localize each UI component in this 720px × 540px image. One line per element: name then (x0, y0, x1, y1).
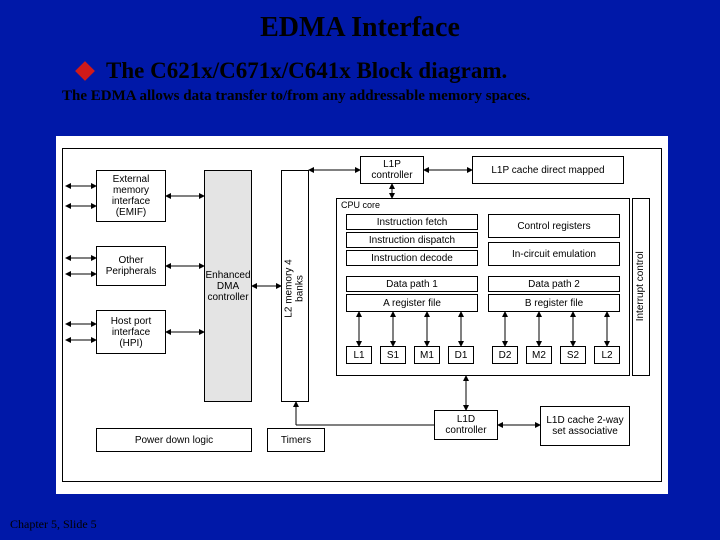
block-instruction-dispatch: Instruction dispatch (346, 232, 478, 248)
block-power-down-logic: Power down logic (96, 428, 252, 452)
block-m2-unit: M2 (526, 346, 552, 364)
block-hpi: Host port interface (HPI) (96, 310, 166, 354)
label-l2-memory: L2 memory 4 banks (285, 256, 306, 322)
block-m1-unit: M1 (414, 346, 440, 364)
block-instruction-decode: Instruction decode (346, 250, 478, 266)
block-in-circuit-emulation: In-circuit emulation (488, 242, 620, 266)
block-l1p-controller: L1P controller (360, 156, 424, 184)
block-a-register-file: A register file (346, 294, 478, 312)
block-l1-unit: L1 (346, 346, 372, 364)
label-cpu-core: CPU core (341, 201, 380, 211)
block-other-peripherals: Other Peripherals (96, 246, 166, 286)
block-l1p-cache: L1P cache direct mapped (472, 156, 624, 184)
block-d1-unit: D1 (448, 346, 474, 364)
label-interrupt-control: Interrupt control (636, 246, 647, 326)
block-timers: Timers (267, 428, 325, 452)
block-diagram: External memory interface (EMIF) Other P… (56, 136, 668, 494)
block-d2-unit: D2 (492, 346, 518, 364)
slide-title: EDMA Interface (0, 0, 720, 44)
block-control-registers: Control registers (488, 214, 620, 238)
block-l1d-cache: L1D cache 2-way set associative (540, 406, 630, 446)
block-b-register-file: B register file (488, 294, 620, 312)
bullet-icon (75, 61, 95, 81)
block-edma: Enhanced DMA controller (204, 170, 252, 402)
subtitle: The C621x/C671x/C641x Block diagram. (106, 58, 507, 84)
block-s2-unit: S2 (560, 346, 586, 364)
subtitle-row: The C621x/C671x/C641x Block diagram. (78, 58, 720, 84)
block-emif: External memory interface (EMIF) (96, 170, 166, 222)
block-data-path-1: Data path 1 (346, 276, 478, 292)
block-l2-unit: L2 (594, 346, 620, 364)
block-instruction-fetch: Instruction fetch (346, 214, 478, 230)
block-s1-unit: S1 (380, 346, 406, 364)
block-l1d-controller: L1D controller (434, 410, 498, 440)
footer: Chapter 5, Slide 5 (10, 517, 97, 532)
block-data-path-2: Data path 2 (488, 276, 620, 292)
caption: The EDMA allows data transfer to/from an… (62, 88, 720, 105)
